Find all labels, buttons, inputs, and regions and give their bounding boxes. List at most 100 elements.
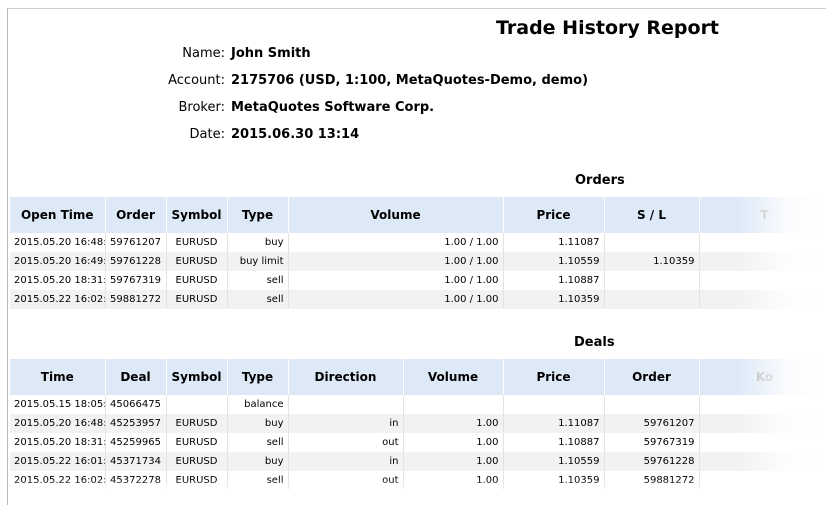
table-row: 2015.05.15 18:05:30 45066475 balance xyxy=(10,395,826,414)
deal-direction: out xyxy=(288,433,404,452)
order-id: 59761207 xyxy=(105,233,167,252)
info-value-account: 2175706 (USD, 1:100, MetaQuotes-Demo, de… xyxy=(231,73,589,88)
deal-price xyxy=(503,395,605,414)
deal-time: 2015.05.20 16:48:50 xyxy=(10,414,106,433)
deal-type: buy xyxy=(227,452,289,471)
order-id: 59767319 xyxy=(105,271,167,290)
deal-direction xyxy=(288,395,404,414)
deals-col-symbol: Symbol xyxy=(166,359,228,395)
deal-type: buy xyxy=(227,414,289,433)
deal-time: 2015.05.15 18:05:30 xyxy=(10,395,106,414)
order-volume: 1.00 / 1.00 xyxy=(288,290,504,309)
deal-id: 45371734 xyxy=(105,452,167,471)
deal-order xyxy=(604,395,700,414)
deal-commission xyxy=(699,471,826,490)
deal-price: 1.10887 xyxy=(503,433,605,452)
deal-type: sell xyxy=(227,471,289,490)
order-type: sell xyxy=(227,271,289,290)
order-price: 1.10887 xyxy=(503,271,605,290)
order-symbol: EURUSD xyxy=(166,290,228,309)
info-label-account: Account: xyxy=(168,73,225,88)
order-sl xyxy=(604,290,700,309)
deal-time: 2015.05.22 16:02:11 xyxy=(10,471,106,490)
info-label-name: Name: xyxy=(182,46,225,61)
deal-time: 2015.05.20 18:31:46 xyxy=(10,433,106,452)
order-sl: 1.10359 xyxy=(604,252,700,271)
info-row-name: Name: John Smith xyxy=(8,46,826,64)
deals-col-type: Type xyxy=(227,359,289,395)
deal-symbol: EURUSD xyxy=(166,433,228,452)
order-tp xyxy=(699,290,826,309)
order-open-time: 2015.05.20 16:48:50 xyxy=(10,233,106,252)
report-page: Trade History Report Name: John Smith Ac… xyxy=(7,8,826,505)
table-row: 2015.05.22 16:02:11 59881272 EURUSD sell… xyxy=(10,290,826,309)
table-row: 2015.05.20 16:48:50 45253957 EURUSD buy … xyxy=(10,414,826,433)
deal-id: 45372278 xyxy=(105,471,167,490)
info-value-date: 2015.06.30 13:14 xyxy=(231,127,360,142)
deal-order: 59761207 xyxy=(604,414,700,433)
table-row: 2015.05.20 16:48:50 59761207 EURUSD buy … xyxy=(10,233,826,252)
table-row: 2015.05.20 18:31:46 45259965 EURUSD sell… xyxy=(10,433,826,452)
deal-order: 59881272 xyxy=(604,471,700,490)
deal-id: 45253957 xyxy=(105,414,167,433)
order-open-time: 2015.05.20 18:31:46 xyxy=(10,271,106,290)
deal-symbol: EURUSD xyxy=(166,452,228,471)
deals-section-title: Deals xyxy=(574,335,615,350)
orders-col-order: Order xyxy=(105,197,167,233)
deal-volume: 1.00 xyxy=(403,433,504,452)
deal-price: 1.10359 xyxy=(503,471,605,490)
order-type: buy xyxy=(227,233,289,252)
info-row-account: Account: 2175706 (USD, 1:100, MetaQuotes… xyxy=(8,73,826,91)
table-row: 2015.05.22 16:01:08 45371734 EURUSD buy … xyxy=(10,452,826,471)
deals-col-order: Order xyxy=(604,359,700,395)
deal-type: sell xyxy=(227,433,289,452)
order-price: 1.11087 xyxy=(503,233,605,252)
info-row-broker: Broker: MetaQuotes Software Corp. xyxy=(8,100,826,118)
deals-col-deal: Deal xyxy=(105,359,167,395)
deals-table: Time Deal Symbol Type Direction Volume P… xyxy=(10,359,826,490)
table-row: 2015.05.20 16:49:12 59761228 EURUSD buy … xyxy=(10,252,826,271)
deal-commission xyxy=(699,414,826,433)
deal-id: 45259965 xyxy=(105,433,167,452)
order-tp xyxy=(699,252,826,271)
deal-id: 45066475 xyxy=(105,395,167,414)
deal-order: 59761228 xyxy=(604,452,700,471)
deal-direction: in xyxy=(288,414,404,433)
deal-symbol: EURUSD xyxy=(166,414,228,433)
orders-col-sl: S / L xyxy=(604,197,700,233)
order-sl xyxy=(604,233,700,252)
orders-header-row: Open Time Order Symbol Type Volume Price… xyxy=(10,197,826,233)
report-title: Trade History Report xyxy=(496,17,720,39)
order-open-time: 2015.05.20 16:49:12 xyxy=(10,252,106,271)
order-price: 1.10559 xyxy=(503,252,605,271)
deal-commission xyxy=(699,395,826,414)
order-sl xyxy=(604,271,700,290)
order-volume: 1.00 / 1.00 xyxy=(288,271,504,290)
orders-col-open-time: Open Time xyxy=(10,197,106,233)
deal-order: 59767319 xyxy=(604,433,700,452)
deals-header-row: Time Deal Symbol Type Direction Volume P… xyxy=(10,359,826,395)
deal-volume: 1.00 xyxy=(403,452,504,471)
deals-col-commission: Ko xyxy=(699,359,826,395)
order-volume: 1.00 / 1.00 xyxy=(288,252,504,271)
order-price: 1.10359 xyxy=(503,290,605,309)
order-symbol: EURUSD xyxy=(166,233,228,252)
order-symbol: EURUSD xyxy=(166,252,228,271)
deal-volume: 1.00 xyxy=(403,471,504,490)
deal-price: 1.11087 xyxy=(503,414,605,433)
order-type: buy limit xyxy=(227,252,289,271)
deal-commission xyxy=(699,433,826,452)
deal-symbol: EURUSD xyxy=(166,471,228,490)
orders-section-title: Orders xyxy=(575,173,625,188)
orders-col-volume: Volume xyxy=(288,197,504,233)
info-value-name: John Smith xyxy=(231,46,311,61)
deal-type: balance xyxy=(227,395,289,414)
deals-col-price: Price xyxy=(503,359,605,395)
info-value-broker: MetaQuotes Software Corp. xyxy=(231,100,435,115)
order-id: 59881272 xyxy=(105,290,167,309)
info-label-broker: Broker: xyxy=(178,100,226,115)
order-open-time: 2015.05.22 16:02:11 xyxy=(10,290,106,309)
deal-volume xyxy=(403,395,504,414)
order-volume: 1.00 / 1.00 xyxy=(288,233,504,252)
order-symbol: EURUSD xyxy=(166,271,228,290)
